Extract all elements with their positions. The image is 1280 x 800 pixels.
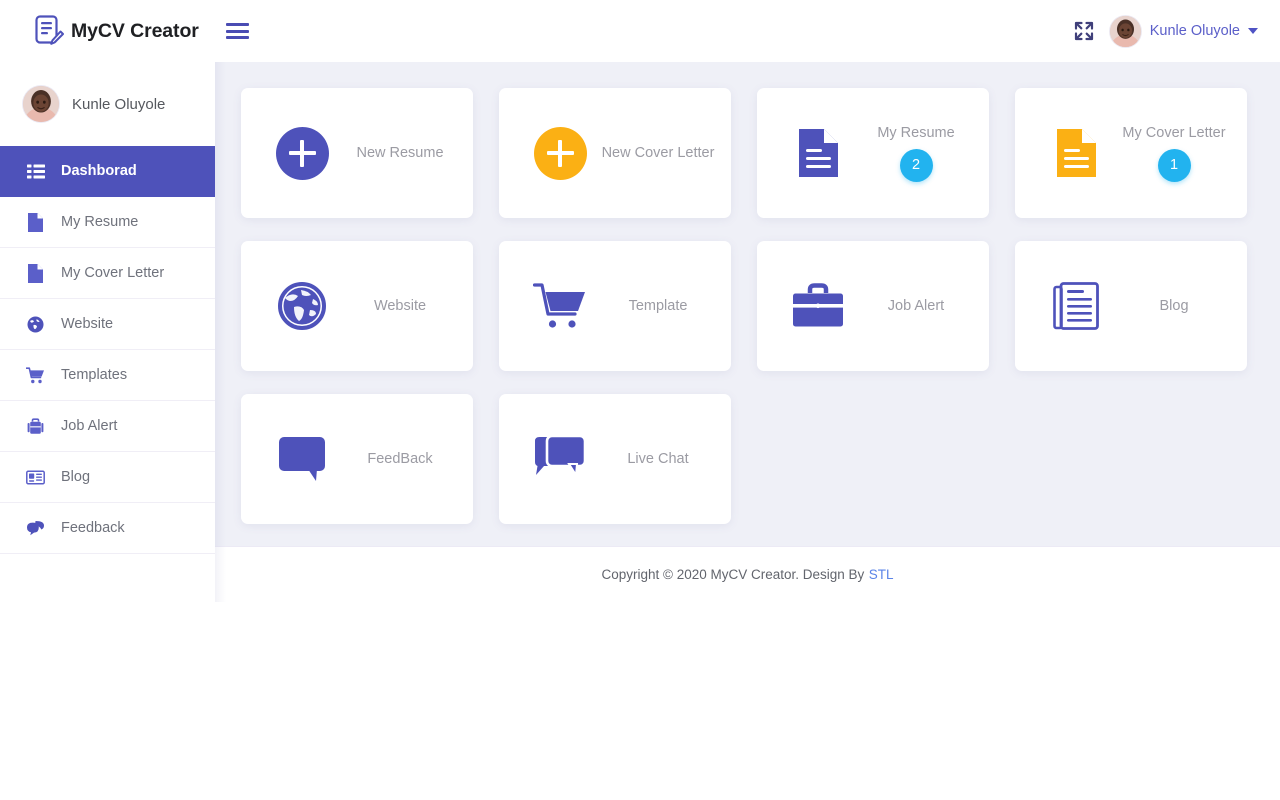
card-icon-slot: [265, 281, 339, 331]
card-new-resume[interactable]: New Resume: [241, 88, 473, 218]
card-icon-slot: [265, 127, 339, 180]
card-feedback[interactable]: FeedBack: [241, 394, 473, 524]
globe-icon: [26, 315, 45, 334]
sidebar-item-label: Templates: [61, 367, 127, 383]
document-lines-icon: [799, 129, 838, 177]
card-body: New Cover Letter: [597, 145, 731, 161]
sidebar-item-job-alert[interactable]: Job Alert: [0, 401, 215, 452]
card-label: My Cover Letter: [1122, 125, 1225, 141]
card-body: My Cover Letter 1: [1113, 125, 1247, 182]
card-icon-slot: [523, 127, 597, 180]
plus-circle-icon: [534, 127, 587, 180]
header-right-group: Kunle Oluyole: [1074, 16, 1280, 47]
card-body: FeedBack: [339, 451, 473, 467]
newspaper-icon: [26, 468, 45, 487]
card-icon-slot: [523, 282, 597, 330]
sidebar-profile[interactable]: Kunle Oluyole: [0, 62, 215, 146]
avatar: [23, 86, 59, 122]
card-label: Job Alert: [888, 298, 944, 314]
document-icon: [26, 264, 45, 283]
list-grid-icon: [26, 162, 45, 181]
sidebar-item-my-resume[interactable]: My Resume: [0, 197, 215, 248]
card-label: Blog: [1159, 298, 1188, 314]
status-badge: 1: [1158, 149, 1191, 182]
brand-area: MyCV Creator: [0, 0, 215, 62]
dashboard-page: MyCV Creator: [0, 0, 1280, 800]
sidebar-item-templates[interactable]: Templates: [0, 350, 215, 401]
sidebar-item-label: Feedback: [61, 520, 125, 536]
card-label: My Resume: [877, 125, 954, 141]
copyright-text: Copyright © 2020 MyCV Creator. Design By: [601, 567, 864, 582]
card-body: My Resume 2: [855, 125, 989, 182]
designer-link[interactable]: STL: [869, 567, 894, 582]
card-body: Job Alert: [855, 298, 989, 314]
card-job-alert[interactable]: Job Alert: [757, 241, 989, 371]
brand-name: MyCV Creator: [71, 20, 199, 43]
card-icon-slot: [781, 129, 855, 177]
sidebar-item-feedback[interactable]: Feedback: [0, 503, 215, 554]
sidebar: Kunle Oluyole Dashborad: [0, 62, 215, 602]
shopping-cart-icon: [533, 282, 587, 330]
card-label: Template: [629, 298, 688, 314]
status-badge: 2: [900, 149, 933, 182]
chat-bubbles-icon: [26, 519, 45, 538]
newspaper-outline-icon: [1053, 282, 1099, 330]
user-name: Kunle Oluyole: [1150, 23, 1240, 39]
card-label: FeedBack: [367, 451, 432, 467]
card-icon-slot: [523, 435, 597, 483]
top-header: MyCV Creator: [0, 0, 1280, 62]
card-live-chat[interactable]: Live Chat: [499, 394, 731, 524]
globe-icon: [277, 281, 327, 331]
user-menu[interactable]: Kunle Oluyole: [1110, 16, 1258, 47]
sidebar-item-label: Website: [61, 316, 113, 332]
document-pen-icon: [34, 15, 64, 47]
chevron-down-icon[interactable]: [1248, 28, 1258, 34]
sidebar-item-label: Job Alert: [61, 418, 117, 434]
document-icon: [26, 213, 45, 232]
sidebar-item-label: Blog: [61, 469, 90, 485]
sidebar-profile-name: Kunle Oluyole: [72, 96, 165, 113]
briefcase-icon: [26, 417, 45, 436]
chat-bubbles-icon: [533, 435, 587, 483]
sidebar-item-blog[interactable]: Blog: [0, 452, 215, 503]
card-label: New Resume: [356, 145, 443, 161]
sidebar-item-label: My Resume: [61, 214, 138, 230]
avatar: [1110, 16, 1141, 47]
card-icon-slot: [265, 436, 339, 482]
card-icon-slot: [1039, 282, 1113, 330]
sidebar-item-website[interactable]: Website: [0, 299, 215, 350]
card-icon-slot: [1039, 129, 1113, 177]
card-new-cover-letter[interactable]: New Cover Letter: [499, 88, 731, 218]
dashboard-card-grid: New Resume New Cover Letter: [215, 62, 1280, 546]
card-icon-slot: [781, 283, 855, 329]
card-template[interactable]: Template: [499, 241, 731, 371]
card-body: Website: [339, 298, 473, 314]
card-label: New Cover Letter: [602, 145, 715, 161]
card-my-resume[interactable]: My Resume 2: [757, 88, 989, 218]
card-blog[interactable]: Blog: [1015, 241, 1247, 371]
footer: Copyright © 2020 MyCV Creator. Design By…: [215, 546, 1280, 602]
expand-fullscreen-icon[interactable]: [1074, 21, 1094, 41]
sidebar-item-label: Dashborad: [61, 163, 137, 179]
sidebar-item-dashboard[interactable]: Dashborad: [0, 146, 215, 197]
chat-bubble-icon: [278, 436, 326, 482]
card-body: Live Chat: [597, 451, 731, 467]
card-body: Blog: [1113, 298, 1247, 314]
plus-circle-icon: [276, 127, 329, 180]
hamburger-menu-icon[interactable]: [226, 20, 252, 42]
card-body: New Resume: [339, 145, 473, 161]
briefcase-icon: [790, 283, 846, 329]
sidebar-item-label: My Cover Letter: [61, 265, 164, 281]
card-label: Live Chat: [627, 451, 688, 467]
card-my-cover-letter[interactable]: My Cover Letter 1: [1015, 88, 1247, 218]
document-lines-icon: [1057, 129, 1096, 177]
sidebar-item-my-cover-letter[interactable]: My Cover Letter: [0, 248, 215, 299]
shopping-cart-icon: [26, 366, 45, 385]
card-body: Template: [597, 298, 731, 314]
sidebar-nav: Dashborad My Resume My: [0, 146, 215, 554]
card-label: Website: [374, 298, 426, 314]
main-content: New Resume New Cover Letter: [215, 62, 1280, 546]
card-website[interactable]: Website: [241, 241, 473, 371]
